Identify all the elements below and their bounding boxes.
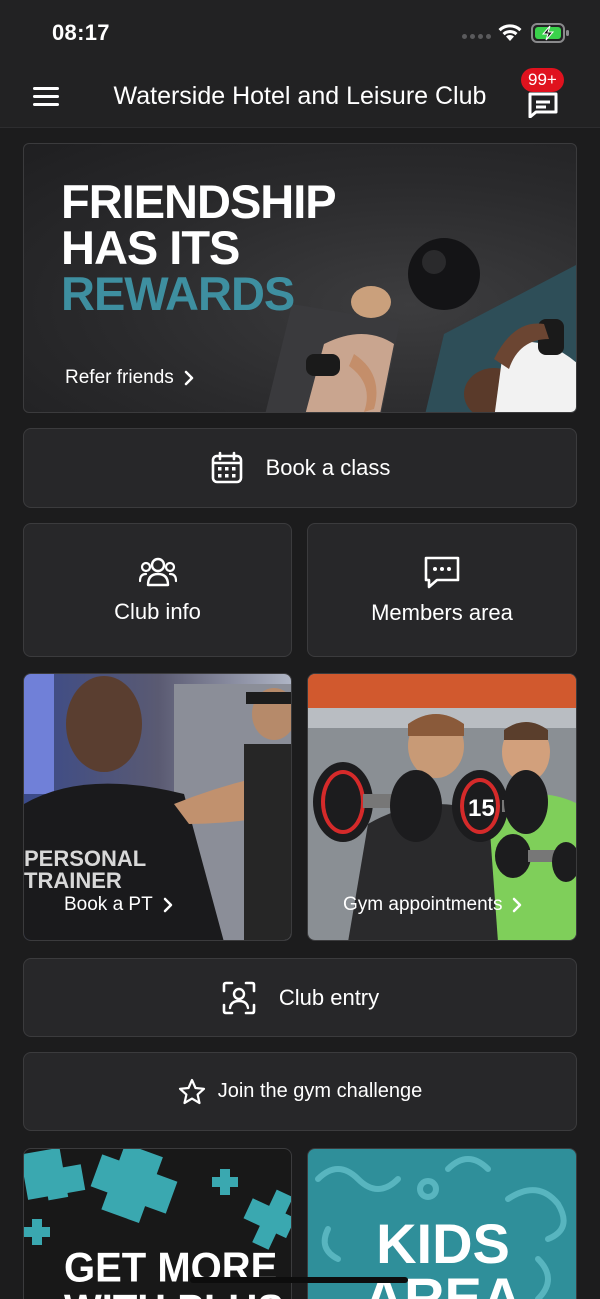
gym-appointments-link[interactable]: Gym appointments bbox=[343, 894, 522, 916]
hero-line-2: HAS ITS bbox=[61, 221, 240, 274]
members-area-button[interactable]: Members area bbox=[307, 523, 577, 657]
kids-promo-headline: KIDS AREA bbox=[308, 1212, 576, 1299]
hero-line-3: REWARDS bbox=[61, 267, 295, 320]
refer-friends-label: Refer friends bbox=[65, 367, 174, 388]
app-header: Waterside Hotel and Leisure Club bbox=[0, 64, 600, 128]
home-indicator bbox=[190, 1277, 408, 1283]
gym-challenge-label: Join the gym challenge bbox=[217, 1080, 423, 1102]
face-scan-icon bbox=[222, 981, 256, 1014]
chevron-right-icon bbox=[513, 897, 522, 913]
chevron-right-icon bbox=[163, 897, 172, 913]
plus-promo-headline: GET MORE WITH PLUS bbox=[64, 1247, 284, 1299]
club-entry-label: Club entry bbox=[278, 984, 380, 1010]
members-area-label: Members area bbox=[371, 600, 513, 625]
refer-friends-banner[interactable]: FRIENDSHIP HAS ITS REWARDS Refer friends bbox=[23, 143, 577, 413]
book-pt-card[interactable]: PERSONAL TRAINER Book a PT bbox=[23, 673, 292, 941]
calendar-icon bbox=[211, 451, 242, 484]
plus-promo-line-2: WITH PLUS bbox=[64, 1289, 284, 1299]
book-class-label: Book a class bbox=[265, 455, 391, 480]
status-time: 08:17 bbox=[52, 20, 110, 45]
status-bar: 08:17 bbox=[0, 0, 600, 64]
star-icon bbox=[178, 1078, 205, 1104]
gym-appointments-label: Gym appointments bbox=[343, 894, 503, 915]
book-pt-label: Book a PT bbox=[64, 894, 153, 915]
kids-promo-line-2: AREA bbox=[363, 1266, 523, 1299]
book-class-button[interactable]: Book a class bbox=[23, 428, 577, 508]
club-entry-button[interactable]: Club entry bbox=[23, 958, 577, 1037]
refer-friends-link[interactable]: Refer friends bbox=[65, 367, 194, 389]
hero-headline: FRIENDSHIP HAS ITS REWARDS bbox=[61, 175, 337, 320]
users-group-icon bbox=[138, 557, 177, 587]
club-info-label: Club info bbox=[114, 599, 201, 624]
chat-bubble-icon bbox=[424, 556, 460, 589]
wifi-icon bbox=[498, 24, 522, 41]
cellular-signal-icon bbox=[462, 34, 491, 39]
gym-challenge-button[interactable]: Join the gym challenge bbox=[23, 1052, 577, 1131]
chevron-right-icon bbox=[184, 370, 194, 386]
home-content[interactable]: FRIENDSHIP HAS ITS REWARDS Refer friends… bbox=[0, 128, 600, 1299]
battery-charging-icon bbox=[531, 23, 569, 43]
gym-appointments-card[interactable]: 15 Gym appointments bbox=[307, 673, 577, 941]
book-pt-link[interactable]: Book a PT bbox=[64, 894, 173, 916]
notification-badge: 99+ bbox=[521, 68, 564, 92]
page-title: Waterside Hotel and Leisure Club bbox=[113, 82, 487, 110]
club-info-button[interactable]: Club info bbox=[23, 523, 292, 657]
shirt-line-2: TRAINER bbox=[24, 868, 122, 893]
dumbbell-weight-label: 15 bbox=[468, 795, 495, 822]
kids-promo-line-1: KIDS bbox=[376, 1212, 510, 1275]
hero-line-1: FRIENDSHIP bbox=[61, 175, 337, 228]
